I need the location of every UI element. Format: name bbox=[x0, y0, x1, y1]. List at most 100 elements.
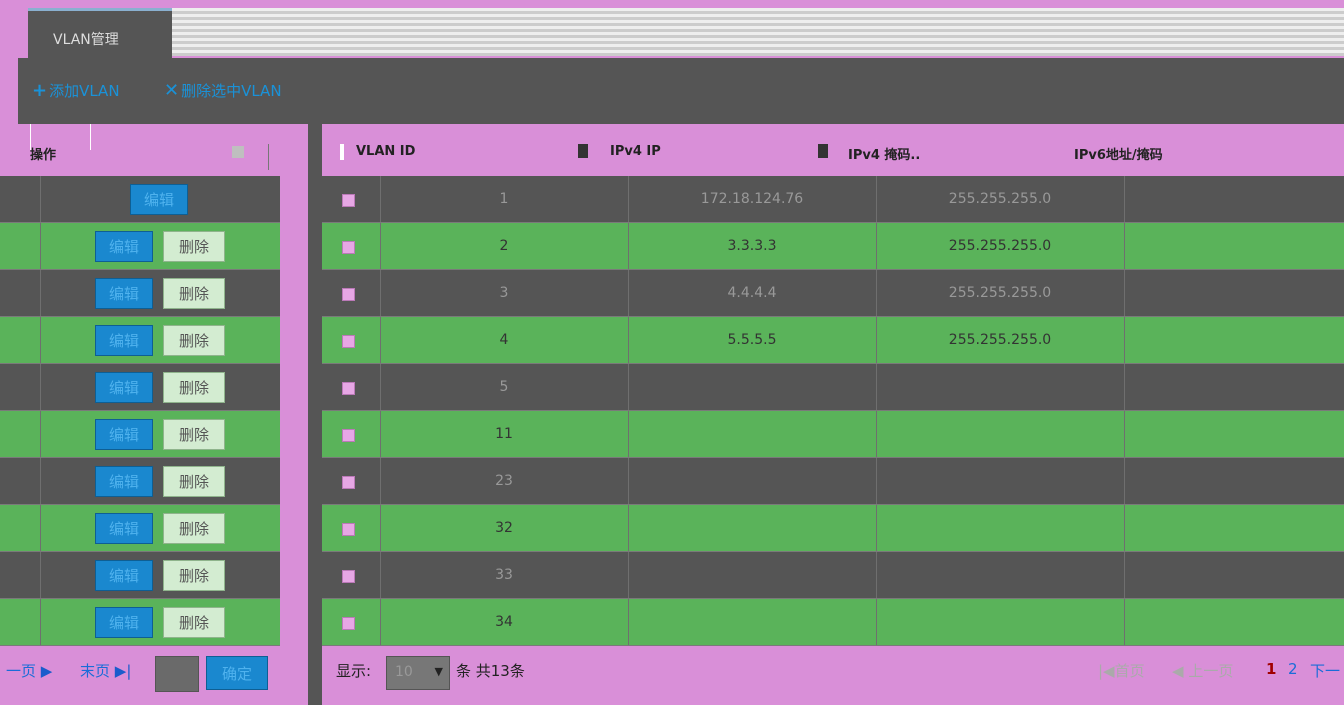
cell-vlan-id: 3 bbox=[499, 285, 509, 301]
delete-button[interactable]: 删除 bbox=[163, 513, 225, 544]
cell-vlan-id: 34 bbox=[495, 614, 513, 630]
cell-mask: 255.255.255.0 bbox=[948, 238, 1052, 254]
page-size-value: 10 bbox=[395, 664, 413, 680]
edit-button[interactable]: 编辑 bbox=[95, 231, 153, 262]
cell-ipv4 bbox=[628, 458, 876, 505]
row-checkbox[interactable] bbox=[342, 241, 355, 254]
edit-button[interactable]: 编辑 bbox=[95, 278, 153, 309]
table-row: 编辑 删除 bbox=[0, 223, 280, 270]
pane-divider[interactable] bbox=[308, 124, 322, 705]
next-page-label: 一页 bbox=[6, 662, 37, 680]
table-row[interactable]: 11 bbox=[322, 411, 1344, 458]
row-checkbox[interactable] bbox=[342, 476, 355, 489]
table-row: 编辑 删除 bbox=[0, 458, 280, 505]
cell-mask: 255.255.255.0 bbox=[948, 332, 1052, 348]
cell-vlan-id: 23 bbox=[495, 473, 513, 489]
table-row[interactable]: 4 5.5.5.5 255.255.255.0 bbox=[322, 317, 1344, 364]
edit-button[interactable]: 编辑 bbox=[130, 184, 188, 215]
delete-button[interactable]: 删除 bbox=[163, 466, 225, 497]
column-header-ipv4-mask[interactable]: IPv4 掩码.. bbox=[848, 144, 920, 163]
table-row[interactable]: 1 172.18.124.76 255.255.255.0 bbox=[322, 176, 1344, 223]
cell-vlan-id: 1 bbox=[499, 191, 509, 207]
row-checkbox[interactable] bbox=[342, 194, 355, 207]
edit-button[interactable]: 编辑 bbox=[95, 607, 153, 638]
delete-button[interactable]: 删除 bbox=[163, 560, 225, 591]
column-header-actions[interactable]: 操作 bbox=[30, 144, 56, 163]
tab-vlan-management[interactable]: VLAN管理 bbox=[28, 8, 172, 61]
row-checkbox[interactable] bbox=[342, 617, 355, 630]
delete-selected-vlan-button[interactable]: ✕ 删除选中VLAN bbox=[164, 80, 282, 101]
prev-page-link[interactable]: ◀ 上一页 bbox=[1172, 660, 1233, 681]
edit-button[interactable]: 编辑 bbox=[95, 513, 153, 544]
cell-ipv4 bbox=[628, 505, 876, 552]
column-header-ipv4-ip[interactable]: IPv4 IP bbox=[610, 144, 661, 159]
add-vlan-label: 添加VLAN bbox=[49, 82, 120, 100]
delete-button[interactable]: 删除 bbox=[163, 325, 225, 356]
column-separator-icon bbox=[578, 144, 588, 158]
cell-mask bbox=[876, 458, 1124, 505]
left-pager: 一页 ▶ 末页 ▶| 确定 bbox=[0, 648, 290, 698]
cell-ipv6 bbox=[1124, 552, 1344, 599]
row-checkbox[interactable] bbox=[342, 429, 355, 442]
edit-button[interactable]: 编辑 bbox=[95, 419, 153, 450]
select-all-checkbox[interactable] bbox=[340, 144, 344, 160]
cell-mask: 255.255.255.0 bbox=[948, 191, 1052, 207]
chevron-down-icon: ▼ bbox=[434, 665, 443, 678]
page-size-select[interactable]: 10 ▼ bbox=[386, 656, 450, 690]
cell-vlan-id: 2 bbox=[499, 238, 509, 254]
table-row[interactable]: 34 bbox=[322, 599, 1344, 646]
cell-mask bbox=[876, 411, 1124, 458]
tab-label: VLAN管理 bbox=[53, 32, 119, 48]
row-checkbox[interactable] bbox=[342, 523, 355, 536]
cell-vlan-id: 11 bbox=[495, 426, 513, 442]
cell-vlan-id: 4 bbox=[499, 332, 509, 348]
last-page-link[interactable]: 末页 ▶| bbox=[80, 660, 131, 681]
left-table-body: 编辑 编辑 删除 编辑 删除 编辑 删除 编辑 删除 编辑 删除 编辑 删除 编辑 删除 编辑 删除 编辑 删除 bbox=[0, 176, 280, 646]
column-header-vlan-id[interactable]: VLAN ID bbox=[356, 144, 415, 159]
delete-button[interactable]: 删除 bbox=[163, 607, 225, 638]
next-page-link[interactable]: 一页 ▶ bbox=[6, 660, 52, 681]
first-page-label: 首页 bbox=[1114, 662, 1145, 680]
edit-button[interactable]: 编辑 bbox=[95, 372, 153, 403]
cell-mask bbox=[876, 599, 1124, 646]
column-header-ipv6[interactable]: IPv6地址/掩码 bbox=[1074, 144, 1163, 163]
next-page-link-right[interactable]: 下一 bbox=[1310, 660, 1340, 681]
delete-selected-label: 删除选中VLAN bbox=[181, 82, 282, 100]
first-page-link[interactable]: |◀首页 bbox=[1098, 660, 1145, 681]
left-table-header: 操作 bbox=[0, 124, 290, 176]
cell-ipv6 bbox=[1124, 270, 1344, 317]
cell-ipv6 bbox=[1124, 364, 1344, 411]
table-row[interactable]: 5 bbox=[322, 364, 1344, 411]
column-menu-icon[interactable] bbox=[232, 146, 244, 158]
first-page-icon: |◀ bbox=[1098, 662, 1115, 680]
page-link[interactable]: 2 bbox=[1288, 660, 1298, 678]
table-row[interactable]: 23 bbox=[322, 458, 1344, 505]
table-row[interactable]: 2 3.3.3.3 255.255.255.0 bbox=[322, 223, 1344, 270]
edit-button[interactable]: 编辑 bbox=[95, 560, 153, 591]
row-checkbox[interactable] bbox=[342, 382, 355, 395]
cell-ipv4: 4.4.4.4 bbox=[727, 285, 777, 301]
cell-ipv6 bbox=[1124, 505, 1344, 552]
delete-button[interactable]: 删除 bbox=[163, 231, 225, 262]
prev-page-label: 上一页 bbox=[1188, 662, 1234, 680]
table-row: 编辑 删除 bbox=[0, 270, 280, 317]
page-link-current[interactable]: 1 bbox=[1266, 660, 1276, 678]
row-checkbox[interactable] bbox=[342, 335, 355, 348]
toolbar: + 添加VLAN ✕ 删除选中VLAN bbox=[18, 58, 1344, 124]
add-vlan-button[interactable]: + 添加VLAN bbox=[32, 80, 120, 101]
delete-button[interactable]: 删除 bbox=[163, 419, 225, 450]
table-row[interactable]: 3 4.4.4.4 255.255.255.0 bbox=[322, 270, 1344, 317]
delete-button[interactable]: 删除 bbox=[163, 372, 225, 403]
cell-mask bbox=[876, 505, 1124, 552]
table-row[interactable]: 32 bbox=[322, 505, 1344, 552]
cell-ipv4: 5.5.5.5 bbox=[727, 332, 777, 348]
row-checkbox[interactable] bbox=[342, 570, 355, 583]
row-checkbox[interactable] bbox=[342, 288, 355, 301]
table-row[interactable]: 33 bbox=[322, 552, 1344, 599]
confirm-page-button[interactable]: 确定 bbox=[206, 656, 268, 690]
last-page-icon: ▶| bbox=[114, 662, 132, 680]
page-number-input[interactable] bbox=[155, 656, 199, 692]
delete-button[interactable]: 删除 bbox=[163, 278, 225, 309]
edit-button[interactable]: 编辑 bbox=[95, 325, 153, 356]
edit-button[interactable]: 编辑 bbox=[95, 466, 153, 497]
